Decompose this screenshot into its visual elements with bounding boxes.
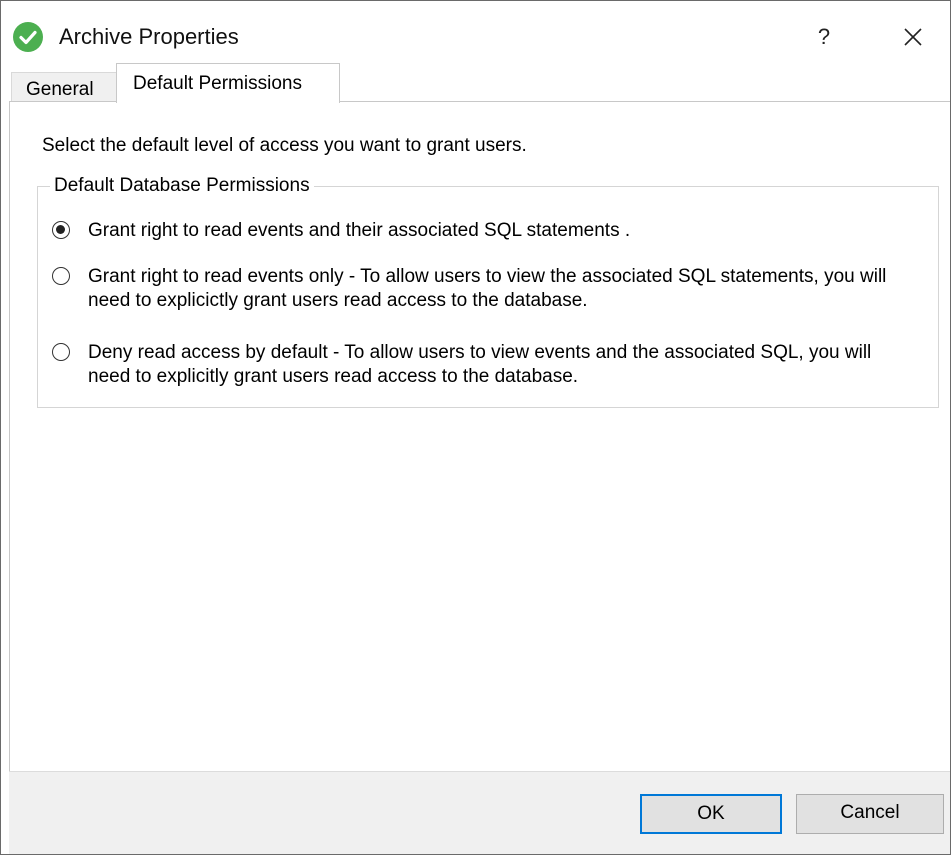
option-label: Deny read access by default - To allow u… [88, 342, 872, 387]
intro-text: Select the default level of access you w… [42, 135, 527, 156]
radio-button[interactable] [52, 343, 70, 361]
default-database-permissions-group: Default Database Permissions Grant right… [37, 174, 939, 408]
tab-default-permissions[interactable]: Default Permissions [116, 63, 340, 103]
option-label: Grant right to read events only - To all… [88, 266, 887, 311]
tab-strip: General Default Permissions [9, 63, 950, 103]
tab-general[interactable]: General [11, 72, 117, 103]
archive-properties-dialog: Archive Properties ? General Default Per… [0, 0, 951, 855]
close-button[interactable] [887, 17, 939, 57]
title-bar: Archive Properties ? [1, 1, 950, 65]
dialog-footer: OK Cancel [9, 771, 950, 854]
cancel-button[interactable]: Cancel [796, 794, 944, 834]
radio-button[interactable] [52, 267, 70, 285]
group-title: Default Database Permissions [50, 174, 314, 198]
ok-button[interactable]: OK [640, 794, 782, 834]
radio-button-checked[interactable] [52, 221, 70, 239]
tab-page-default-permissions: Select the default level of access you w… [9, 101, 950, 771]
help-button[interactable]: ? [801, 17, 847, 57]
close-icon [904, 28, 922, 46]
check-circle-icon [13, 22, 43, 52]
window-title: Archive Properties [59, 24, 239, 49]
option-label: Grant right to read events and their ass… [88, 220, 631, 241]
